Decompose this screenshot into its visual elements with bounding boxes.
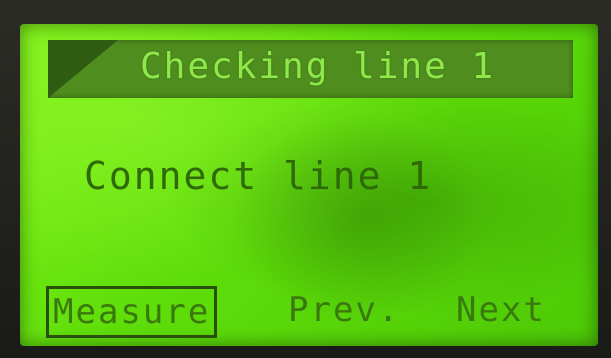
- lcd-screen: Checking line 1 Connect line 1 Measure P…: [20, 24, 598, 346]
- prev-softkey[interactable]: Prev.: [288, 290, 400, 330]
- device-bezel: Checking line 1 Connect line 1 Measure P…: [0, 0, 611, 358]
- measure-softkey[interactable]: Measure: [46, 286, 218, 338]
- next-softkey[interactable]: Next: [456, 290, 546, 330]
- instruction-message: Connect line 1: [84, 154, 433, 198]
- screen-title: Checking line 1: [140, 46, 496, 87]
- title-bar-notch: [48, 40, 118, 98]
